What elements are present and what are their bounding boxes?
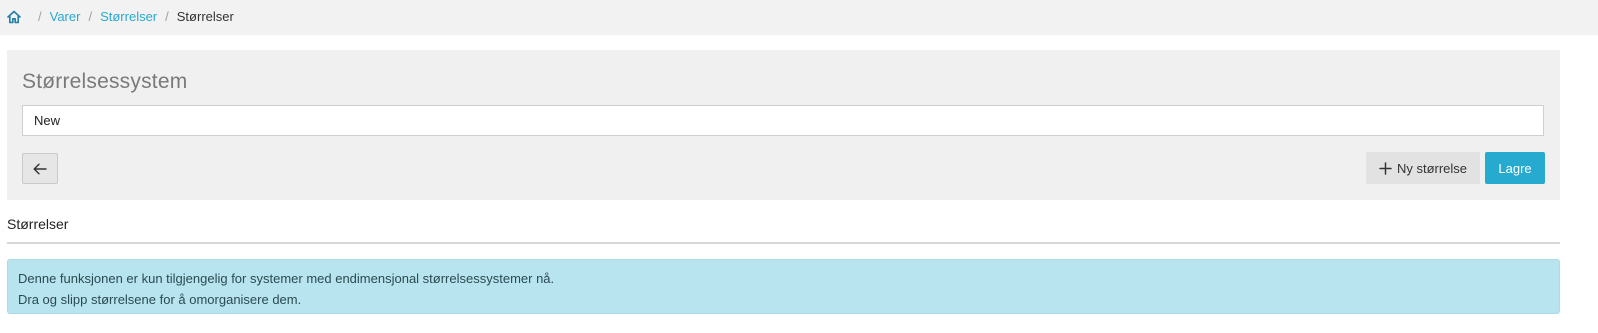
breadcrumb-link-varer[interactable]: Varer [50, 9, 81, 25]
section-divider [7, 242, 1560, 244]
save-button[interactable]: Lagre [1485, 152, 1545, 184]
breadcrumb-current: Størrelser [176, 9, 234, 24]
arrow-left-icon [33, 163, 47, 174]
info-line-2: Dra og slipp størrelsene for å omorganis… [18, 292, 302, 307]
panel-title: Størrelsessystem [22, 70, 188, 93]
save-label: Lagre [1498, 160, 1532, 176]
back-button[interactable] [22, 153, 58, 184]
plus-icon [1379, 161, 1392, 175]
size-system-panel: Størrelsessystem Ny størrelse Lagre [7, 50, 1560, 200]
breadcrumb-separator: / [38, 9, 42, 24]
info-alert: Denne funksjonen er kun tilgjengelig for… [7, 259, 1560, 314]
breadcrumb-link-storrelser[interactable]: Størrelser [100, 9, 157, 25]
size-system-name-input[interactable] [22, 105, 1544, 136]
breadcrumb: / Varer / Størrelser / Størrelser [0, 0, 1598, 35]
sizes-section-title: Størrelser [7, 216, 69, 232]
new-size-button[interactable]: Ny størrelse [1366, 152, 1480, 184]
info-line-1: Denne funksjonen er kun tilgjengelig for… [18, 271, 555, 286]
home-icon[interactable] [6, 9, 22, 25]
breadcrumb-separator: / [165, 9, 169, 24]
new-size-label: Ny størrelse [1396, 160, 1468, 176]
breadcrumb-separator: / [88, 9, 93, 24]
